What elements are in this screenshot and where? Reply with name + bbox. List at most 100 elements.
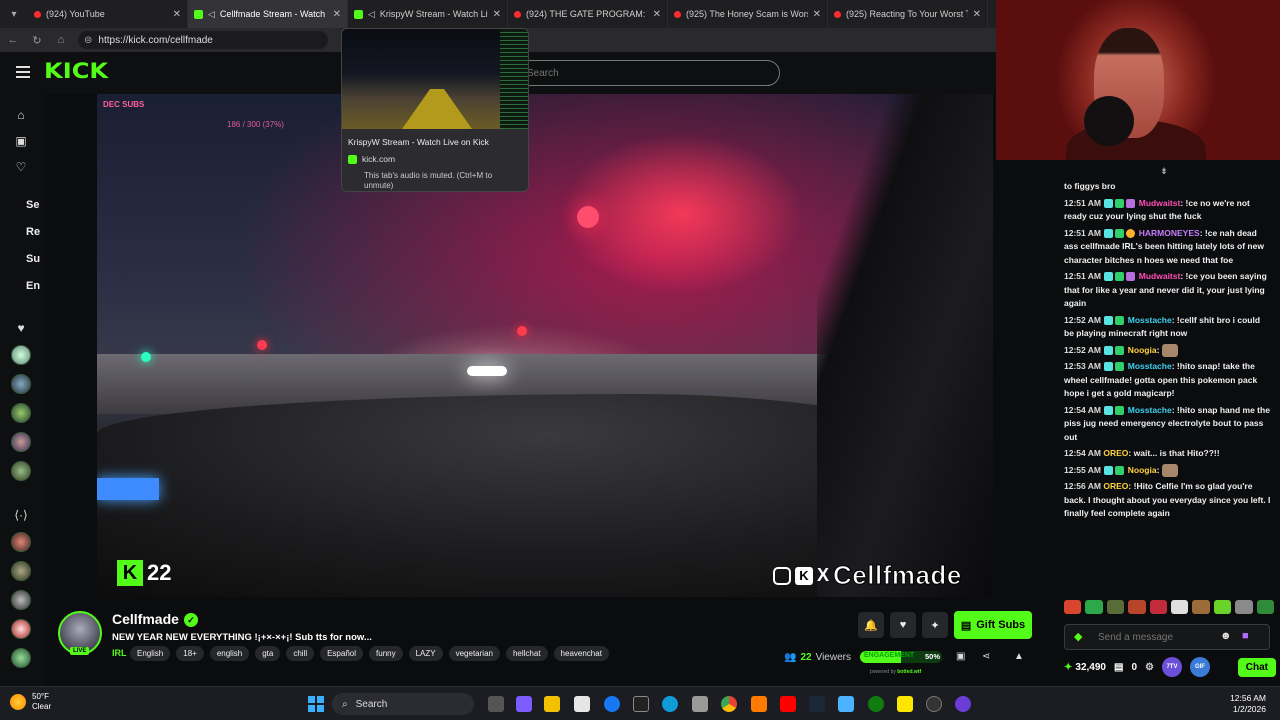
steam-icon[interactable] bbox=[809, 696, 825, 712]
emote-button[interactable] bbox=[1128, 600, 1146, 614]
chat-username[interactable]: Noogia bbox=[1128, 345, 1157, 355]
amazon-icon[interactable] bbox=[633, 696, 649, 712]
followed-channel-avatar[interactable] bbox=[11, 461, 31, 481]
chat-username[interactable]: OREO bbox=[1103, 448, 1128, 458]
browser-tab[interactable]: (924) YouTube ✕ bbox=[28, 0, 188, 28]
followed-channel-avatar[interactable] bbox=[11, 374, 31, 394]
followed-channel-avatar[interactable] bbox=[11, 345, 31, 365]
video-player[interactable]: DEC SUBS 186 / 300 (37%) K 22 K X Cellfm… bbox=[97, 94, 993, 597]
recommended-channel-avatar[interactable] bbox=[11, 561, 31, 581]
gift-subs-button[interactable]: ▤ Gift Subs bbox=[954, 611, 1032, 639]
site-info-icon[interactable]: ⊜ bbox=[84, 35, 92, 46]
windows-start-icon[interactable] bbox=[308, 696, 324, 712]
stream-category[interactable]: IRL bbox=[112, 648, 127, 658]
stream-tag[interactable]: english bbox=[209, 646, 250, 661]
clip-icon[interactable]: ▣ bbox=[956, 651, 965, 662]
app-icon[interactable] bbox=[838, 696, 854, 712]
emoji-picker-icon[interactable]: ☻ bbox=[1220, 630, 1232, 642]
sidebar-section-label[interactable]: Re bbox=[26, 226, 42, 238]
store-icon[interactable] bbox=[574, 696, 590, 712]
browser-tab[interactable]: (925) Reacting To Your Worst Tech ✕ bbox=[828, 0, 988, 28]
chat-username[interactable]: Noogia bbox=[1128, 465, 1157, 475]
gif-extension-button[interactable]: GIF bbox=[1189, 657, 1210, 677]
recommended-channel-avatar[interactable] bbox=[11, 532, 31, 552]
stream-tag[interactable]: 18+ bbox=[176, 646, 204, 661]
file-explorer-icon[interactable] bbox=[544, 696, 560, 712]
speaker-icon[interactable]: ◁ bbox=[208, 9, 215, 20]
copilot-icon[interactable] bbox=[516, 696, 532, 712]
chat-username[interactable]: Mudwaitst bbox=[1139, 198, 1181, 208]
search-input[interactable] bbox=[510, 60, 780, 86]
calculator-icon[interactable] bbox=[692, 696, 708, 712]
hamburger-menu-icon[interactable] bbox=[16, 66, 30, 78]
gift-icon[interactable]: ▤ bbox=[1114, 662, 1123, 673]
emote-button[interactable] bbox=[1064, 600, 1082, 614]
home-icon[interactable]: ⌂ bbox=[54, 34, 68, 46]
stream-tag[interactable]: Español bbox=[320, 646, 364, 661]
channel-points[interactable]: ✦ 32,490 bbox=[1064, 662, 1106, 673]
report-icon[interactable]: ▲ bbox=[1014, 651, 1024, 662]
emote-button[interactable] bbox=[1235, 600, 1253, 614]
stream-tag[interactable]: funny bbox=[369, 646, 403, 661]
edge-icon[interactable] bbox=[662, 696, 678, 712]
chat-username[interactable]: OREO bbox=[1103, 481, 1128, 491]
chat-send-button[interactable]: Chat bbox=[1237, 657, 1276, 677]
channel-name[interactable]: Cellfmade bbox=[112, 611, 179, 627]
reload-icon[interactable]: ↻ bbox=[30, 34, 44, 47]
chat-message-input[interactable] bbox=[1064, 624, 1270, 650]
emote-button[interactable] bbox=[1213, 600, 1232, 614]
stream-tag[interactable]: LAZY bbox=[408, 646, 443, 661]
taskbar-clock[interactable]: 12:56 AM 1/2/2026 bbox=[1230, 693, 1266, 715]
stream-tag[interactable]: English bbox=[130, 646, 171, 661]
browser-tab[interactable]: (925) The Honey Scam is Worse Th ✕ bbox=[668, 0, 828, 28]
back-arrow-icon[interactable]: ← bbox=[6, 34, 20, 46]
recommended-channel-avatar[interactable] bbox=[11, 590, 31, 610]
kicks-gift-icon[interactable]: ■ bbox=[1242, 630, 1249, 642]
stream-tag[interactable]: gta bbox=[255, 646, 281, 661]
close-tab-icon[interactable]: ✕ bbox=[493, 9, 501, 20]
close-tab-icon[interactable]: ✕ bbox=[653, 9, 661, 20]
chat-collapse-icon[interactable]: ⇟ bbox=[1158, 166, 1170, 176]
emote-button[interactable] bbox=[1171, 600, 1189, 614]
browse-icon[interactable]: ▣ bbox=[14, 134, 28, 148]
close-tab-icon[interactable]: ✕ bbox=[173, 9, 181, 20]
close-tab-icon[interactable]: ✕ bbox=[813, 9, 821, 20]
emote-button[interactable] bbox=[1256, 600, 1275, 614]
stream-tag[interactable]: chill bbox=[286, 646, 315, 661]
vlc-icon[interactable] bbox=[751, 696, 767, 712]
chat-username[interactable]: Mudwaitst bbox=[1139, 271, 1181, 281]
sidebar-section-label[interactable]: En bbox=[26, 280, 42, 292]
taskbar-search[interactable]: ⌕ Search bbox=[332, 693, 474, 715]
close-tab-icon[interactable]: ✕ bbox=[333, 9, 341, 20]
chat-username[interactable]: HARMONEYES bbox=[1139, 228, 1200, 238]
task-view-icon[interactable] bbox=[488, 696, 504, 712]
app-icon[interactable] bbox=[955, 696, 971, 712]
facebook-icon[interactable] bbox=[604, 696, 620, 712]
obs-icon[interactable] bbox=[926, 696, 942, 712]
chat-username[interactable]: Mosstache bbox=[1128, 361, 1172, 371]
emote-button[interactable] bbox=[1192, 600, 1210, 614]
share-icon[interactable]: ⋖ bbox=[982, 651, 990, 662]
browser-tab[interactable]: ◁ KrispyW Stream - Watch Live ✕ bbox=[348, 0, 508, 28]
home-icon[interactable]: ⌂ bbox=[14, 108, 28, 122]
chat-username[interactable]: Mosstache bbox=[1128, 405, 1172, 415]
stream-tag[interactable]: heavenchat bbox=[553, 646, 609, 661]
chat-settings-gear-icon[interactable]: ⚙ bbox=[1145, 662, 1154, 673]
stream-tag[interactable]: vegetarian bbox=[448, 646, 500, 661]
chat-username[interactable]: Mosstache bbox=[1128, 315, 1172, 325]
follow-heart-button[interactable]: ♥ bbox=[890, 612, 916, 638]
emote-button[interactable] bbox=[1106, 600, 1125, 614]
followed-channel-avatar[interactable] bbox=[11, 432, 31, 452]
sticky-notes-icon[interactable] bbox=[897, 696, 913, 712]
sidebar-section-label[interactable]: Se bbox=[26, 199, 42, 211]
sidebar-section-label[interactable]: Su bbox=[26, 253, 42, 265]
7tv-extension-button[interactable]: 7TV bbox=[1161, 657, 1182, 677]
followed-channel-avatar[interactable] bbox=[11, 403, 31, 423]
more-options-button[interactable]: ✦ bbox=[922, 612, 948, 638]
notification-bell-button[interactable]: 🔔 bbox=[858, 612, 884, 638]
recommended-channel-avatar[interactable] bbox=[11, 648, 31, 668]
youtube-icon[interactable] bbox=[780, 696, 796, 712]
emote-button[interactable] bbox=[1149, 600, 1168, 614]
speaker-icon[interactable]: ◁ bbox=[368, 9, 375, 20]
close-tab-icon[interactable]: ✕ bbox=[973, 9, 981, 20]
